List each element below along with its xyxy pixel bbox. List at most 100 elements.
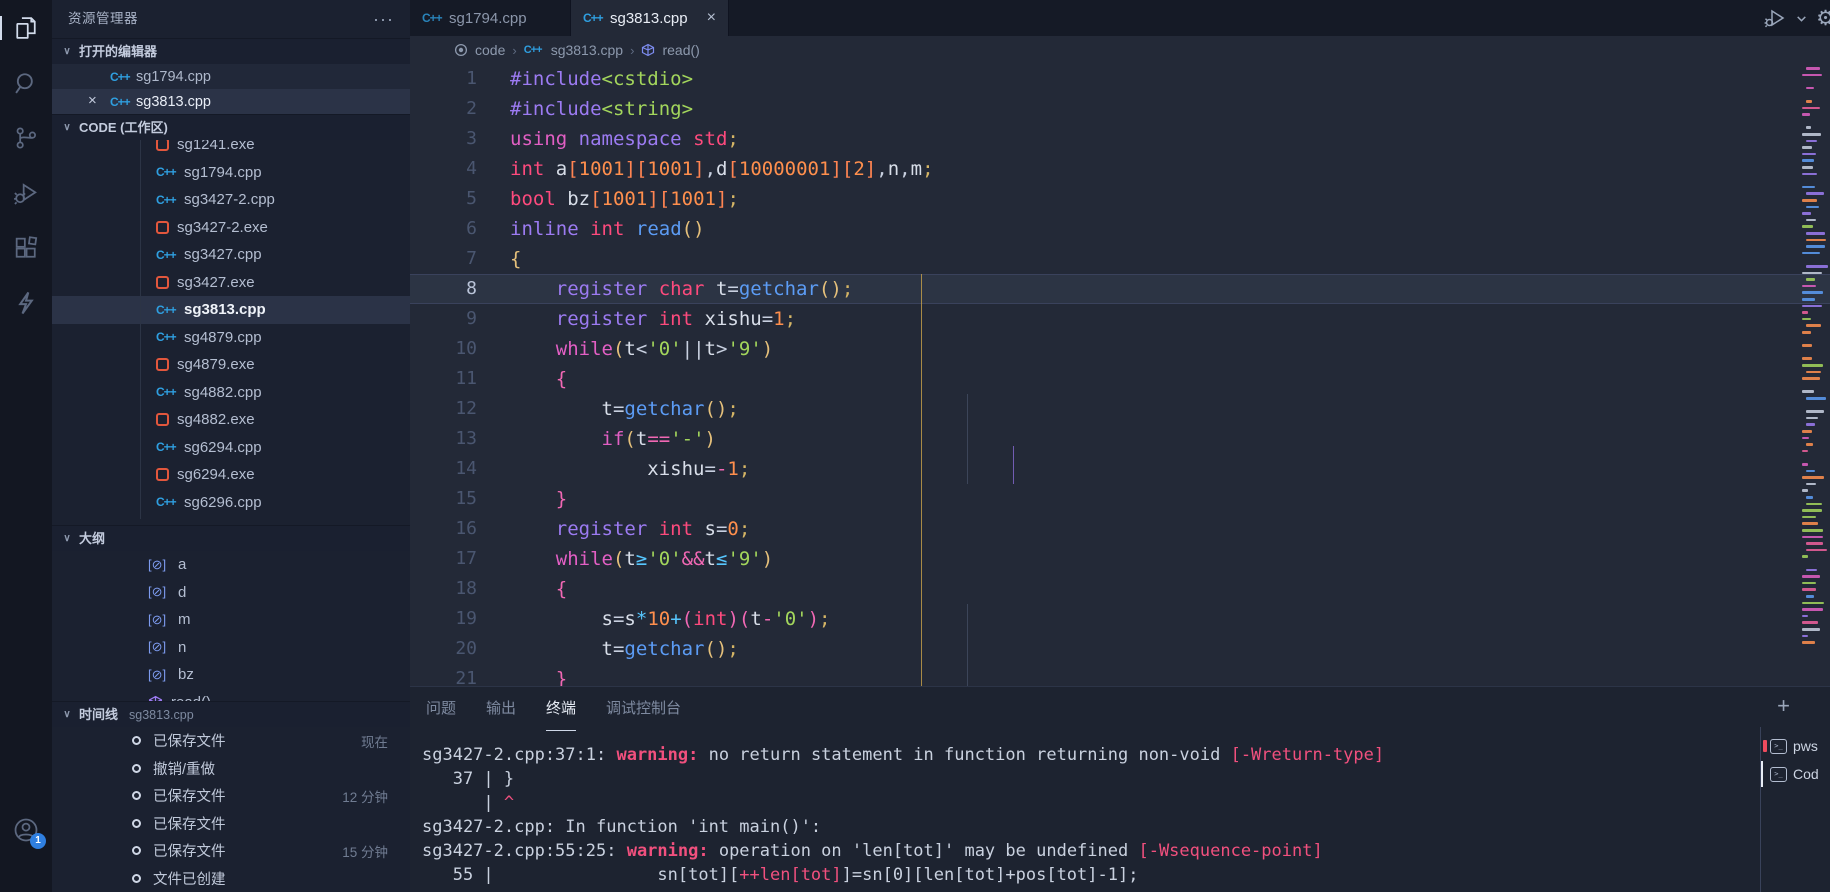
file-tree-item[interactable]: C++sg3427.cpp xyxy=(52,241,410,269)
minimap-line xyxy=(1806,595,1814,598)
file-tree-item[interactable]: sg3427.exe xyxy=(52,269,410,297)
code-line-text: while(t<'0'||t>'9') xyxy=(510,334,773,364)
line-number[interactable]: 4 xyxy=(410,154,510,184)
file-tree-item[interactable]: C++sg1794.cpp xyxy=(52,159,410,187)
line-number[interactable]: 19 xyxy=(410,604,510,634)
line-number[interactable]: 7 xyxy=(410,244,510,274)
file-tree-item[interactable]: C++sg4879.cpp xyxy=(52,324,410,352)
file-tree-item[interactable]: sg4879.exe xyxy=(52,351,410,379)
file-tree-item[interactable]: C++sg3813.cpp xyxy=(52,296,410,324)
timeline-list: 已保存文件现在撤销/重做已保存文件12 分钟已保存文件已保存文件15 分钟文件已… xyxy=(52,727,410,892)
outline-item[interactable]: [⊘]bz xyxy=(52,661,410,689)
code-line: 8 register char t=getchar(); xyxy=(410,274,1830,304)
open-editor-item[interactable]: ×C++sg3813.cpp xyxy=(52,89,410,114)
timeline-item[interactable]: 已保存文件现在 xyxy=(52,727,410,755)
extensions-icon[interactable] xyxy=(12,234,40,262)
timeline-time: 现在 xyxy=(361,731,388,751)
sidebar-title: 资源管理器 xyxy=(68,0,138,38)
terminal-list-item[interactable]: >_ pws xyxy=(1761,732,1830,760)
code-line-text: } xyxy=(510,484,567,514)
minimap[interactable] xyxy=(1802,67,1828,667)
file-tree-item[interactable]: C++sg3427-2.cpp xyxy=(52,186,410,214)
line-number[interactable]: 3 xyxy=(410,124,510,154)
panel-tab-调试控制台[interactable]: 调试控制台 xyxy=(606,687,681,731)
timeline-item[interactable]: 已保存文件12 分钟 xyxy=(52,782,410,810)
account-icon[interactable]: 1 xyxy=(12,816,40,844)
file-tree-item[interactable]: C++sg6296.cpp xyxy=(52,489,410,517)
breadcrumb-item-file[interactable]: sg3813.cpp xyxy=(551,42,623,58)
explorer-icon[interactable] xyxy=(12,14,40,42)
line-number[interactable]: 11 xyxy=(410,364,510,394)
close-icon[interactable]: × xyxy=(707,9,716,27)
timeline-item[interactable]: 已保存文件15 分钟 xyxy=(52,837,410,865)
tab-sg3813[interactable]: C++ sg3813.cpp × xyxy=(571,0,729,36)
panel-tab-问题[interactable]: 问题 xyxy=(426,687,456,731)
line-number[interactable]: 2 xyxy=(410,94,510,124)
file-tree-item[interactable]: sg3427-2.exe xyxy=(52,214,410,242)
terminal-output[interactable]: sg3427-2.cpp:37:1: warning: no return st… xyxy=(410,731,1830,887)
gear-icon[interactable]: ⚙ xyxy=(1816,6,1830,31)
search-icon[interactable] xyxy=(12,69,40,97)
section-open-editors[interactable]: ∨ 打开的编辑器 xyxy=(52,38,410,64)
file-tree-item[interactable]: sg6294.exe xyxy=(52,461,410,489)
line-number[interactable]: 13 xyxy=(410,424,510,454)
line-number[interactable]: 9 xyxy=(410,304,510,334)
panel-tab-终端[interactable]: 终端 xyxy=(546,687,576,731)
minimap-line xyxy=(1802,390,1814,393)
line-number[interactable]: 8 xyxy=(410,274,510,304)
outline-item[interactable]: [⊘]m xyxy=(52,606,410,634)
file-name: sg3813.cpp xyxy=(136,94,211,110)
symbol-name: n xyxy=(178,639,186,656)
file-name: sg4879.exe xyxy=(177,356,255,373)
line-number[interactable]: 16 xyxy=(410,514,510,544)
code-editor[interactable]: 1#include<cstdio>2#include<string>3using… xyxy=(410,64,1830,686)
open-editor-item[interactable]: C++sg1794.cpp xyxy=(52,64,410,89)
line-number[interactable]: 20 xyxy=(410,634,510,664)
minimap-line xyxy=(1806,87,1814,90)
line-number[interactable]: 17 xyxy=(410,544,510,574)
line-number[interactable]: 6 xyxy=(410,214,510,244)
line-number[interactable]: 14 xyxy=(410,454,510,484)
line-number[interactable]: 5 xyxy=(410,184,510,214)
outline-item[interactable]: [⊘]a xyxy=(52,551,410,579)
terminal-list-item[interactable]: >_ Cod xyxy=(1761,760,1830,788)
source-control-icon[interactable] xyxy=(12,124,40,152)
line-number[interactable]: 18 xyxy=(410,574,510,604)
breadcrumb-item-symbol[interactable]: read() xyxy=(662,42,699,58)
outline-item[interactable]: [⊘]d xyxy=(52,579,410,607)
file-tree-item[interactable]: C++sg6294.cpp xyxy=(52,434,410,462)
breadcrumb-item-folder[interactable]: code xyxy=(475,42,505,58)
more-actions-icon[interactable]: ··· xyxy=(373,14,394,24)
new-terminal-plus-icon[interactable]: + xyxy=(1777,693,1790,719)
dropdown-chevron-icon[interactable] xyxy=(1795,12,1808,25)
code-line-text: #include<cstdio> xyxy=(510,64,693,94)
run-debug-icon[interactable] xyxy=(12,179,40,207)
outline-item[interactable]: read() xyxy=(52,689,410,702)
file-tree-item[interactable]: sg4882.exe xyxy=(52,406,410,434)
minimap-line xyxy=(1806,443,1813,446)
section-outline[interactable]: ∨ 大纲 xyxy=(52,525,410,551)
timeline-item[interactable]: 撤销/重做 xyxy=(52,755,410,783)
file-tree-item[interactable]: sg1241.exe xyxy=(52,140,410,159)
line-number[interactable]: 21 xyxy=(410,664,510,686)
indent-guide xyxy=(967,604,968,686)
line-number[interactable]: 15 xyxy=(410,484,510,514)
tab-sg1794[interactable]: C++ sg1794.cpp xyxy=(410,0,571,36)
minimap-line xyxy=(1802,615,1808,618)
panel-tab-输出[interactable]: 输出 xyxy=(486,687,516,731)
minimap-line xyxy=(1802,364,1823,367)
tools-icon[interactable] xyxy=(12,289,40,317)
close-icon[interactable]: × xyxy=(88,92,97,109)
code-line-text: using namespace std; xyxy=(510,124,739,154)
debug-run-icon[interactable] xyxy=(1763,6,1787,30)
file-tree-item[interactable]: C++sg4882.cpp xyxy=(52,379,410,407)
outline-item[interactable]: [⊘]n xyxy=(52,634,410,662)
line-number[interactable]: 12 xyxy=(410,394,510,424)
line-number[interactable]: 1 xyxy=(410,64,510,94)
line-number[interactable]: 10 xyxy=(410,334,510,364)
section-timeline[interactable]: ∨ 时间线 sg3813.cpp xyxy=(52,701,410,727)
minimap-line xyxy=(1806,371,1821,374)
timeline-item[interactable]: 已保存文件 xyxy=(52,810,410,838)
timeline-item[interactable]: 文件已创建 xyxy=(52,865,410,892)
section-workspace[interactable]: ∨ CODE (工作区) xyxy=(52,114,410,140)
